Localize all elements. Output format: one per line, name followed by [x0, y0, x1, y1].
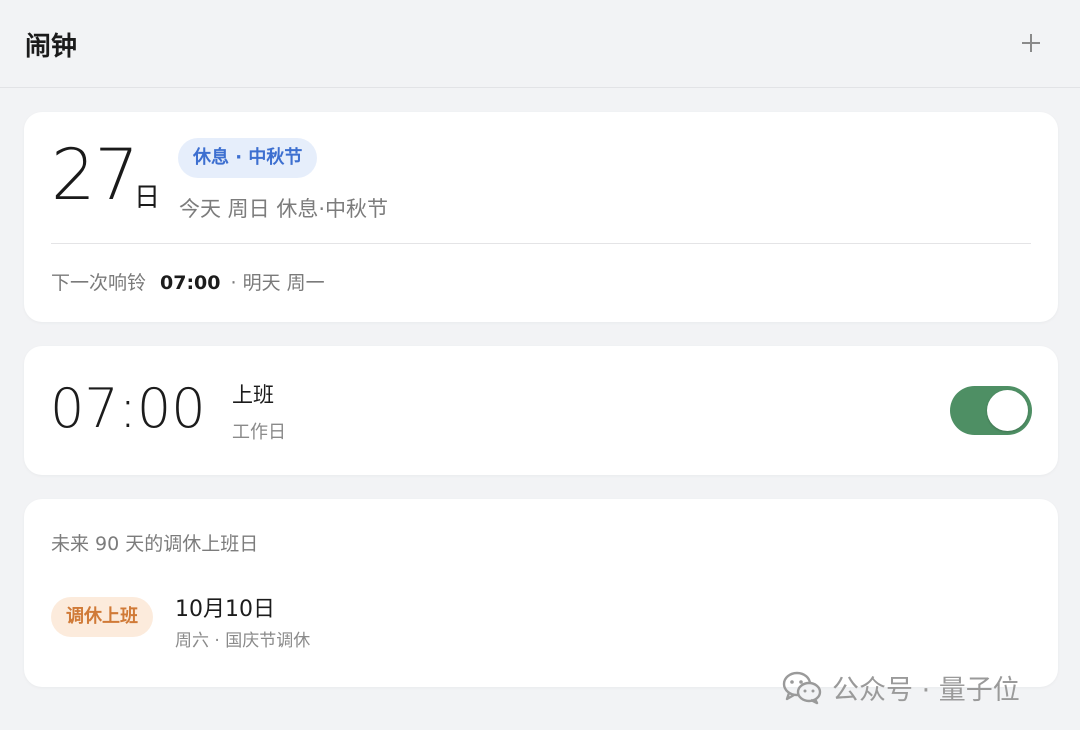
page-title: 闹钟 — [25, 32, 78, 62]
makeup-heading: 未来 90 天的调休上班日 — [51, 533, 259, 555]
alarm-repeat: 工作日 — [232, 422, 286, 443]
watermark-text: 公众号 · 量子位 — [832, 675, 1020, 706]
today-day-suffix: 日 — [134, 183, 161, 213]
alarm-card[interactable]: 07:00 上班 工作日 — [24, 346, 1058, 475]
today-description: 今天 周日 休息·中秋节 — [179, 197, 389, 221]
add-alarm-button[interactable] — [1016, 28, 1046, 58]
makeup-workdays-card: 未来 90 天的调休上班日 调休上班 10月10日 周六 · 国庆节调休 — [24, 499, 1058, 687]
makeup-badge: 调休上班 — [51, 597, 153, 637]
watermark: 公众号 · 量子位 — [782, 668, 1020, 707]
wechat-icon — [782, 671, 822, 704]
list-item: 调休上班 10月10日 周六 · 国庆节调休 — [51, 591, 1031, 651]
makeup-date: 10月10日 — [175, 597, 275, 622]
app-header: 闹钟 — [0, 0, 1080, 88]
next-ring-when: · 明天 周一 — [230, 272, 325, 294]
next-ring-time: 07:00 — [160, 272, 221, 294]
makeup-detail: 周六 · 国庆节调休 — [175, 631, 311, 651]
alarm-label: 上班 — [232, 383, 274, 407]
divider — [51, 243, 1031, 244]
next-ring-info: 下一次响铃 07:00 · 明天 周一 — [51, 268, 325, 295]
alarm-time: 07:00 — [50, 377, 206, 440]
today-card: 27 日 休息 · 中秋节 今天 周日 休息·中秋节 下一次响铃 07:00 · 明… — [24, 112, 1058, 322]
alarm-toggle[interactable] — [950, 386, 1032, 435]
today-day-number: 27 — [51, 134, 139, 216]
toggle-knob — [987, 390, 1028, 431]
next-ring-label: 下一次响铃 — [51, 272, 147, 294]
holiday-badge: 休息 · 中秋节 — [178, 138, 318, 178]
